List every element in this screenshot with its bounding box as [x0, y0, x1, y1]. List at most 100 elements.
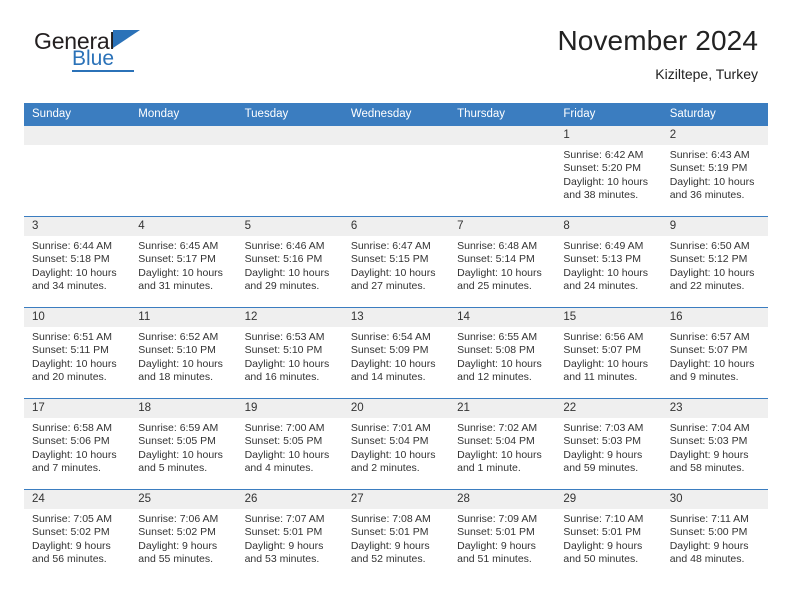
sunset-time: Sunset: 5:14 PM [457, 253, 535, 266]
sunrise-time: Sunrise: 7:05 AM [32, 513, 112, 525]
daylight-duration-line2: and 53 minutes. [244, 553, 320, 566]
day-cell-inner: 28 Sunrise: 7:09 AM Sunset: 5:01 PM Dayligh… [449, 490, 556, 580]
day-details: Sunrise: 6:50 AM Sunset: 5:12 PM Daylight:… [662, 236, 768, 294]
day-number: 23 [661, 399, 768, 418]
day-number [449, 126, 556, 145]
calendar-day-cell[interactable]: 24 Sunrise: 7:05 AM Sunset: 5:02 PM Dayligh… [24, 489, 131, 580]
location-subtitle: Kiziltepe, Turkey [655, 66, 758, 82]
calendar-day-cell[interactable]: 20 Sunrise: 7:01 AM Sunset: 5:04 PM Dayligh… [342, 398, 450, 490]
day-number: 5 [236, 217, 343, 236]
calendar-day-cell-empty [24, 125, 131, 217]
sunrise-time: Sunrise: 7:09 AM [457, 513, 538, 525]
calendar-day-cell[interactable]: 6 Sunrise: 6:47 AM Sunset: 5:15 PM Daylight… [342, 216, 450, 308]
calendar-day-cell[interactable]: 16 Sunrise: 6:57 AM Sunset: 5:07 PM Dayligh… [661, 307, 768, 399]
day-number: 3 [24, 217, 131, 236]
calendar-day-cell[interactable]: 4 Sunrise: 6:45 AM Sunset: 5:17 PM Daylight… [130, 216, 237, 308]
daylight-duration-line2: and 27 minutes. [350, 280, 426, 293]
calendar-day-cell[interactable]: 5 Sunrise: 6:46 AM Sunset: 5:16 PM Daylight… [236, 216, 343, 308]
day-details: Sunrise: 7:01 AM Sunset: 5:04 PM Daylight:… [343, 418, 449, 476]
calendar-day-cell[interactable]: 15 Sunrise: 6:56 AM Sunset: 5:07 PM Dayligh… [555, 307, 662, 399]
day-cell-inner: 12 Sunrise: 6:53 AM Sunset: 5:10 PM Dayligh… [236, 308, 343, 398]
daylight-duration-line1: Daylight: 9 hours [244, 539, 324, 552]
calendar-day-cell[interactable]: 17 Sunrise: 6:58 AM Sunset: 5:06 PM Dayligh… [24, 398, 131, 490]
day-number [342, 126, 450, 145]
calendar-day-cell[interactable]: 12 Sunrise: 6:53 AM Sunset: 5:10 PM Dayligh… [236, 307, 343, 399]
calendar-day-cell[interactable]: 19 Sunrise: 7:00 AM Sunset: 5:05 PM Dayligh… [236, 398, 343, 490]
day-cell-inner: 3 Sunrise: 6:44 AM Sunset: 5:18 PM Daylight… [24, 217, 131, 307]
calendar-day-cell[interactable]: 7 Sunrise: 6:48 AM Sunset: 5:14 PM Daylight… [449, 216, 556, 308]
sunset-time: Sunset: 5:20 PM [563, 162, 642, 175]
calendar-day-cell[interactable]: 21 Sunrise: 7:02 AM Sunset: 5:04 PM Dayligh… [449, 398, 556, 490]
sunset-time: Sunset: 5:01 PM [563, 526, 642, 539]
daylight-duration-line1: Daylight: 10 hours [138, 266, 223, 279]
sunset-time: Sunset: 5:02 PM [138, 526, 216, 539]
calendar-day-cell[interactable]: 18 Sunrise: 6:59 AM Sunset: 5:05 PM Dayligh… [130, 398, 237, 490]
day-details: Sunrise: 6:45 AM Sunset: 5:17 PM Daylight:… [130, 236, 236, 294]
daylight-duration-line1: Daylight: 10 hours [563, 175, 649, 188]
daylight-duration-line1: Daylight: 10 hours [32, 448, 117, 461]
calendar-day-cell[interactable]: 22 Sunrise: 7:03 AM Sunset: 5:03 PM Dayligh… [555, 398, 662, 490]
day-number: 25 [130, 490, 237, 509]
calendar-day-cell[interactable]: 29 Sunrise: 7:10 AM Sunset: 5:01 PM Dayligh… [555, 489, 662, 580]
calendar-day-cell[interactable]: 28 Sunrise: 7:09 AM Sunset: 5:01 PM Dayligh… [449, 489, 556, 580]
daylight-duration-line2: and 51 minutes. [457, 553, 532, 566]
calendar-day-cell[interactable]: 1 Sunrise: 6:42 AM Sunset: 5:20 PM Daylight… [555, 125, 662, 217]
daylight-duration-line1: Daylight: 9 hours [457, 539, 536, 552]
calendar-day-cell[interactable]: 8 Sunrise: 6:49 AM Sunset: 5:13 PM Daylight… [555, 216, 662, 308]
calendar-day-cell[interactable]: 26 Sunrise: 7:07 AM Sunset: 5:01 PM Dayligh… [236, 489, 343, 580]
day-cell-inner [24, 126, 131, 216]
daylight-duration-line1: Daylight: 9 hours [669, 539, 749, 552]
day-cell-inner: 30 Sunrise: 7:11 AM Sunset: 5:00 PM Dayligh… [661, 490, 768, 580]
weekday-header-saturday: Saturday [661, 103, 768, 126]
day-cell-inner: 13 Sunrise: 6:54 AM Sunset: 5:09 PM Dayligh… [342, 308, 450, 398]
daylight-duration-line2: and 25 minutes. [457, 280, 532, 293]
calendar-day-cell[interactable]: 25 Sunrise: 7:06 AM Sunset: 5:02 PM Dayligh… [130, 489, 237, 580]
day-number: 29 [555, 490, 662, 509]
day-details: Sunrise: 6:53 AM Sunset: 5:10 PM Daylight:… [237, 327, 343, 385]
day-details: Sunrise: 6:52 AM Sunset: 5:10 PM Daylight:… [130, 327, 236, 385]
calendar-week-row: 1 Sunrise: 6:42 AM Sunset: 5:20 PM Daylight… [24, 125, 768, 217]
day-cell-inner: 21 Sunrise: 7:02 AM Sunset: 5:04 PM Dayligh… [449, 399, 556, 489]
day-number: 20 [342, 399, 450, 418]
calendar-day-cell[interactable]: 2 Sunrise: 6:43 AM Sunset: 5:19 PM Daylight… [661, 125, 768, 217]
daylight-duration-line1: Daylight: 10 hours [244, 448, 330, 461]
daylight-duration-line1: Daylight: 9 hours [669, 448, 749, 461]
calendar-day-cell[interactable]: 3 Sunrise: 6:44 AM Sunset: 5:18 PM Daylight… [24, 216, 131, 308]
calendar-day-cell[interactable]: 9 Sunrise: 6:50 AM Sunset: 5:12 PM Daylight… [661, 216, 768, 308]
weekday-header-tuesday: Tuesday [236, 103, 343, 126]
sunset-time: Sunset: 5:03 PM [563, 435, 642, 448]
daylight-duration-line2: and 22 minutes. [669, 280, 745, 293]
daylight-duration-line1: Daylight: 10 hours [138, 448, 223, 461]
calendar-day-cell[interactable]: 23 Sunrise: 7:04 AM Sunset: 5:03 PM Dayligh… [661, 398, 768, 490]
day-cell-inner: 18 Sunrise: 6:59 AM Sunset: 5:05 PM Dayligh… [130, 399, 237, 489]
day-number [130, 126, 237, 145]
day-number: 1 [555, 126, 662, 145]
sunrise-time: Sunrise: 6:43 AM [669, 149, 750, 161]
calendar-body: 1 Sunrise: 6:42 AM Sunset: 5:20 PM Daylight… [24, 125, 768, 580]
sunrise-time: Sunrise: 6:53 AM [244, 331, 325, 343]
calendar-day-cell-empty [342, 125, 450, 217]
calendar-day-cell[interactable]: 11 Sunrise: 6:52 AM Sunset: 5:10 PM Dayligh… [130, 307, 237, 399]
calendar-day-cell[interactable]: 10 Sunrise: 6:51 AM Sunset: 5:11 PM Dayligh… [24, 307, 131, 399]
day-cell-inner: 19 Sunrise: 7:00 AM Sunset: 5:05 PM Dayligh… [236, 399, 343, 489]
daylight-duration-line2: and 56 minutes. [32, 553, 107, 566]
calendar-week-row: 3 Sunrise: 6:44 AM Sunset: 5:18 PM Daylight… [24, 216, 768, 308]
daylight-duration-line1: Daylight: 10 hours [457, 266, 542, 279]
daylight-duration-line1: Daylight: 10 hours [350, 266, 436, 279]
day-number: 15 [555, 308, 662, 327]
day-cell-inner: 24 Sunrise: 7:05 AM Sunset: 5:02 PM Dayligh… [24, 490, 131, 580]
day-details: Sunrise: 7:11 AM Sunset: 5:00 PM Daylight:… [662, 509, 768, 567]
calendar-day-cell[interactable]: 30 Sunrise: 7:11 AM Sunset: 5:00 PM Dayligh… [661, 489, 768, 580]
sunrise-time: Sunrise: 6:47 AM [350, 240, 431, 252]
daylight-duration-line1: Daylight: 10 hours [244, 357, 330, 370]
day-cell-inner [130, 126, 237, 216]
calendar-day-cell[interactable]: 14 Sunrise: 6:55 AM Sunset: 5:08 PM Dayligh… [449, 307, 556, 399]
daylight-duration-line1: Daylight: 10 hours [669, 175, 755, 188]
general-blue-logo[interactable]: General Blue [34, 28, 234, 76]
calendar-day-cell[interactable]: 13 Sunrise: 6:54 AM Sunset: 5:09 PM Dayligh… [342, 307, 450, 399]
day-number: 26 [236, 490, 343, 509]
day-details: Sunrise: 6:43 AM Sunset: 5:19 PM Daylight:… [662, 145, 768, 203]
calendar-day-cell[interactable]: 27 Sunrise: 7:08 AM Sunset: 5:01 PM Dayligh… [342, 489, 450, 580]
day-details: Sunrise: 6:57 AM Sunset: 5:07 PM Daylight:… [662, 327, 768, 385]
sunset-time: Sunset: 5:18 PM [32, 253, 110, 266]
